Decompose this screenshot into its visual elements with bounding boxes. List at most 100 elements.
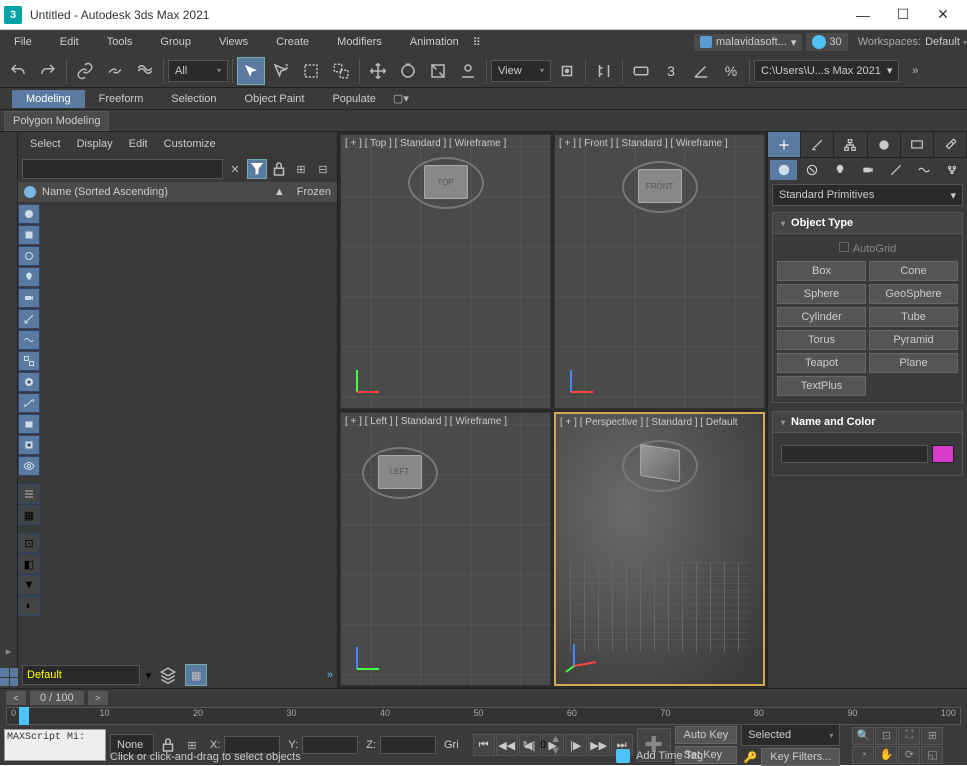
time-slider[interactable]: 0 / 100	[30, 691, 84, 705]
key-mode-icon[interactable]: 🔑	[741, 748, 759, 766]
next-frame-button[interactable]: ▶▶	[588, 734, 610, 756]
time-next-button[interactable]: >	[88, 691, 108, 705]
viewcube-front[interactable]: FRONT	[638, 169, 682, 203]
time-ruler[interactable]: 0 10 20 30 40 50 60 70 80 90 100	[6, 707, 961, 725]
maximize-viewport-button[interactable]: ◱	[921, 746, 943, 764]
time-tag-row[interactable]: Add Time Tag	[616, 749, 703, 763]
key-filter-selected[interactable]: Selected▾	[741, 724, 840, 746]
primitive-geosphere[interactable]: GeoSphere	[869, 284, 958, 304]
primitive-plane[interactable]: Plane	[869, 353, 958, 373]
primitive-box[interactable]: Box	[777, 261, 866, 281]
filter-misc4-icon[interactable]: ◐	[18, 596, 40, 616]
select-rotate-button[interactable]	[394, 57, 422, 85]
select-region-rect-button[interactable]	[297, 57, 325, 85]
primitive-sphere[interactable]: Sphere	[777, 284, 866, 304]
cmd-tab-motion[interactable]	[868, 132, 901, 157]
object-type-header[interactable]: Object Type	[772, 212, 963, 234]
layer-new-button[interactable]: ▦	[185, 664, 207, 686]
time-prev-button[interactable]: <	[6, 691, 26, 705]
menu-create[interactable]: Create	[262, 30, 323, 54]
filter-bone-icon[interactable]	[18, 393, 40, 413]
select-scale-button[interactable]	[424, 57, 452, 85]
close-button[interactable]: ✕	[923, 1, 963, 29]
layer-manager-button[interactable]	[157, 664, 179, 686]
viewcube-top[interactable]: TOP	[424, 165, 468, 199]
object-color-swatch[interactable]	[932, 445, 954, 463]
pan-button[interactable]: ✋	[875, 746, 897, 764]
se-view-by-hierarchy-button[interactable]: ⊟	[313, 159, 333, 179]
zoom-button[interactable]: 🔍	[852, 727, 874, 745]
ribbon-tab-object-paint[interactable]: Object Paint	[231, 90, 319, 108]
cmd-tab-display[interactable]	[901, 132, 934, 157]
primitive-cylinder[interactable]: Cylinder	[777, 307, 866, 327]
unlink-button[interactable]	[101, 57, 129, 85]
user-account[interactable]: malavidasoft... ▾	[694, 34, 802, 51]
trial-days[interactable]: 30	[806, 33, 847, 51]
filter-misc3-icon[interactable]: ▼	[18, 575, 40, 595]
zoom-all-button[interactable]: ⊡	[875, 727, 897, 745]
se-menu-edit[interactable]: Edit	[129, 138, 148, 150]
viewport-front[interactable]: [ + ] [ Front ] [ Standard ] [ Wireframe…	[554, 134, 765, 409]
category-dropdown[interactable]: Standard Primitives▾	[772, 184, 963, 206]
auto-key-button[interactable]: Auto Key	[675, 726, 738, 744]
angle-snap-button[interactable]	[687, 57, 715, 85]
fov-button[interactable]: ◔	[852, 746, 874, 764]
se-lock-button[interactable]	[269, 159, 289, 179]
time-config-button[interactable]: ↻	[518, 736, 536, 754]
filter-all-icon[interactable]	[18, 204, 40, 224]
next-key-button[interactable]: |▶	[565, 734, 587, 756]
viewcube-perspective[interactable]	[640, 443, 680, 481]
create-systems-button[interactable]	[938, 160, 965, 180]
current-frame-input[interactable]: 0	[540, 739, 546, 751]
orbit-button[interactable]: ⟳	[898, 746, 920, 764]
se-clear-search-button[interactable]: ✕	[225, 159, 245, 179]
select-object-button[interactable]	[237, 57, 265, 85]
selection-filter[interactable]: All▾	[168, 60, 228, 82]
key-filters-button[interactable]: Key Filters...	[761, 748, 840, 766]
filter-misc2-icon[interactable]: ◧	[18, 554, 40, 574]
y-input[interactable]	[302, 736, 358, 754]
filter-lights-icon[interactable]	[18, 267, 40, 287]
ribbon-panel-polygon-modeling[interactable]: Polygon Modeling	[4, 111, 109, 131]
goto-start-button[interactable]: ⏮	[473, 734, 495, 756]
filter-hidden-icon[interactable]	[18, 456, 40, 476]
create-lights-button[interactable]	[826, 160, 853, 180]
filter-helpers-icon[interactable]	[18, 309, 40, 329]
workspace-selector[interactable]: Default ▾	[925, 36, 967, 48]
bind-spacewarp-button[interactable]	[131, 57, 159, 85]
overflow-button[interactable]: »	[901, 57, 929, 85]
menu-group[interactable]: Group	[146, 30, 205, 54]
ribbon-tab-modeling[interactable]: Modeling	[12, 90, 85, 108]
menu-file[interactable]: File	[0, 30, 46, 54]
select-move-button[interactable]	[364, 57, 392, 85]
viewport-front-label[interactable]: [ + ] [ Front ] [ Standard ] [ Wireframe…	[559, 138, 728, 149]
se-menu-display[interactable]: Display	[77, 138, 113, 150]
dock-expand-handle[interactable]: ▸	[0, 636, 17, 666]
menu-drag-handle[interactable]: ⠿	[473, 36, 553, 49]
viewport-top[interactable]: [ + ] [ Top ] [ Standard ] [ Wireframe ]…	[340, 134, 551, 409]
se-name-column[interactable]: Name (Sorted Ascending)	[42, 186, 268, 198]
filter-shapes-icon[interactable]	[18, 246, 40, 266]
primitive-tube[interactable]: Tube	[869, 307, 958, 327]
create-cameras-button[interactable]	[854, 160, 881, 180]
frame-up[interactable]: ▲	[550, 733, 561, 745]
menu-edit[interactable]: Edit	[46, 30, 93, 54]
object-name-input[interactable]	[781, 445, 928, 463]
maxscript-listener[interactable]: MAXScript Mi:	[4, 729, 106, 761]
name-color-header[interactable]: Name and Color	[772, 411, 963, 433]
cmd-tab-create[interactable]	[768, 132, 801, 157]
snap-toggle-button[interactable]: 3	[657, 57, 685, 85]
cmd-tab-hierarchy[interactable]	[834, 132, 867, 157]
viewport-left-label[interactable]: [ + ] [ Left ] [ Standard ] [ Wireframe …	[345, 416, 507, 427]
primitive-cone[interactable]: Cone	[869, 261, 958, 281]
ribbon-tab-populate[interactable]: Populate	[318, 90, 389, 108]
menu-animation[interactable]: Animation	[396, 30, 473, 54]
se-view-by-layer-button[interactable]: ⊞	[291, 159, 311, 179]
viewcube-left[interactable]: LEFT	[378, 455, 422, 489]
frame-down[interactable]: ▼	[550, 745, 561, 757]
ribbon-tab-freeform[interactable]: Freeform	[85, 90, 158, 108]
primitive-teapot[interactable]: Teapot	[777, 353, 866, 373]
create-spacewarps-button[interactable]	[910, 160, 937, 180]
se-menu-select[interactable]: Select	[30, 138, 61, 150]
cmd-tab-utilities[interactable]	[934, 132, 967, 157]
